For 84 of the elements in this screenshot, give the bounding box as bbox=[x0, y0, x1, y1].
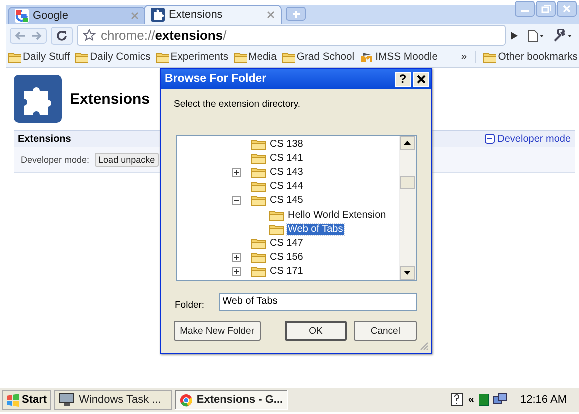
folder-icon bbox=[251, 138, 267, 151]
folder-field[interactable]: Web of Tabs bbox=[218, 292, 417, 310]
folder-icon bbox=[483, 51, 496, 63]
page-title: Extensions bbox=[70, 90, 150, 108]
taskbar-button[interactable]: Windows Task ... bbox=[54, 390, 172, 410]
folder-icon bbox=[156, 51, 169, 63]
restore-icon bbox=[540, 4, 552, 14]
tree-item[interactable]: Hello World Extension bbox=[287, 210, 388, 221]
page-menu-icon[interactable] bbox=[527, 28, 545, 42]
collapse-icon bbox=[484, 134, 495, 144]
g-logo-icon bbox=[15, 9, 29, 23]
monitor-icon bbox=[59, 393, 76, 407]
folder-icon bbox=[251, 166, 267, 179]
start-button[interactable]: Start bbox=[2, 390, 52, 410]
tree-item[interactable]: CS 145 bbox=[269, 195, 304, 206]
dialog-button[interactable]: Make New Folder bbox=[174, 321, 261, 341]
folder-icon bbox=[251, 180, 267, 194]
browser-tab[interactable]: Extensions bbox=[144, 5, 282, 24]
folder-icon bbox=[75, 51, 88, 63]
clock: 12:16 AM bbox=[520, 394, 567, 406]
bookmark-item[interactable]: Daily Comics bbox=[75, 51, 151, 63]
folder-icon bbox=[269, 222, 285, 236]
folder-icon bbox=[251, 152, 267, 165]
bookmark-item[interactable]: IMSS Moodle bbox=[360, 52, 438, 62]
folder-icon bbox=[251, 265, 267, 278]
bookmark-item[interactable]: Other bookmarks bbox=[483, 51, 578, 63]
resize-grip-icon[interactable] bbox=[419, 341, 429, 351]
taskbar-button[interactable]: Extensions - G... bbox=[175, 390, 288, 410]
tree-item[interactable]: CS 147 bbox=[269, 238, 304, 249]
bookmark-item[interactable]: Daily Stuff bbox=[8, 51, 70, 63]
up-arrow-icon bbox=[404, 141, 411, 145]
dialog-button[interactable]: OK bbox=[284, 321, 348, 341]
tree-item[interactable]: CS 138 bbox=[269, 138, 304, 150]
puzzle-icon bbox=[151, 8, 165, 22]
developer-mode-label: Developer mode: bbox=[21, 154, 90, 164]
tree-item[interactable]: Web of Tabs bbox=[287, 224, 344, 235]
scrollbar[interactable] bbox=[399, 136, 416, 280]
dialog-title: Browse For Folder bbox=[165, 73, 268, 85]
star-icon bbox=[83, 29, 96, 42]
chrome-logo-icon bbox=[180, 392, 193, 408]
folder-icon bbox=[251, 251, 267, 264]
tree-item[interactable]: CS 143 bbox=[269, 166, 304, 178]
folder-label: Folder: bbox=[175, 300, 205, 311]
play-icon[interactable] bbox=[510, 30, 519, 40]
puzzle-icon bbox=[14, 75, 62, 123]
folder-icon bbox=[251, 236, 267, 250]
close-icon bbox=[561, 4, 573, 14]
load-unpacked-button[interactable]: Load unpacke bbox=[94, 152, 160, 166]
network-icon[interactable] bbox=[492, 393, 509, 407]
moodle-icon bbox=[360, 52, 374, 62]
address-bar[interactable]: chrome://extensions/ bbox=[77, 25, 506, 46]
browser-tab[interactable]: Google bbox=[8, 7, 146, 24]
collapse-icon[interactable] bbox=[232, 196, 241, 206]
expand-icon[interactable] bbox=[232, 267, 241, 276]
folder-icon bbox=[8, 51, 21, 63]
help-tray-icon[interactable] bbox=[451, 393, 464, 407]
expand-icon[interactable] bbox=[232, 168, 241, 177]
tree-item[interactable]: CS 144 bbox=[269, 181, 304, 192]
close-icon[interactable] bbox=[267, 11, 275, 19]
help-button[interactable]: ? bbox=[395, 72, 411, 86]
reload-icon[interactable] bbox=[56, 30, 68, 42]
close-icon bbox=[416, 74, 426, 84]
bookmark-item[interactable]: Grad School bbox=[282, 51, 355, 63]
tree-item[interactable]: CS 156 bbox=[269, 252, 304, 264]
plus-icon bbox=[292, 10, 300, 18]
folder-icon bbox=[282, 51, 295, 63]
dialog-button[interactable]: Cancel bbox=[354, 321, 417, 341]
folder-icon bbox=[269, 208, 285, 222]
show-hidden-icons-button[interactable]: « bbox=[468, 394, 475, 406]
dialog-prompt: Select the extension directory. bbox=[174, 99, 302, 112]
section-title: Extensions bbox=[18, 134, 72, 144]
scrollbar-thumb[interactable] bbox=[400, 176, 415, 189]
folder-icon bbox=[251, 194, 267, 208]
tree-item[interactable]: CS 141 bbox=[269, 152, 304, 164]
folder-icon bbox=[234, 51, 247, 63]
windows-flag-icon bbox=[6, 394, 20, 406]
expand-icon[interactable] bbox=[232, 253, 241, 262]
tree-item[interactable]: CS 171 bbox=[269, 266, 304, 278]
bookmark-item[interactable]: Experiments bbox=[156, 51, 229, 63]
bookmark-item[interactable]: Media bbox=[234, 51, 277, 63]
developer-mode-link[interactable]: Developer mode bbox=[484, 134, 571, 144]
down-arrow-icon bbox=[404, 271, 411, 275]
bookmarks-overflow-button[interactable]: » bbox=[461, 51, 476, 63]
wrench-menu-icon[interactable] bbox=[553, 28, 573, 42]
